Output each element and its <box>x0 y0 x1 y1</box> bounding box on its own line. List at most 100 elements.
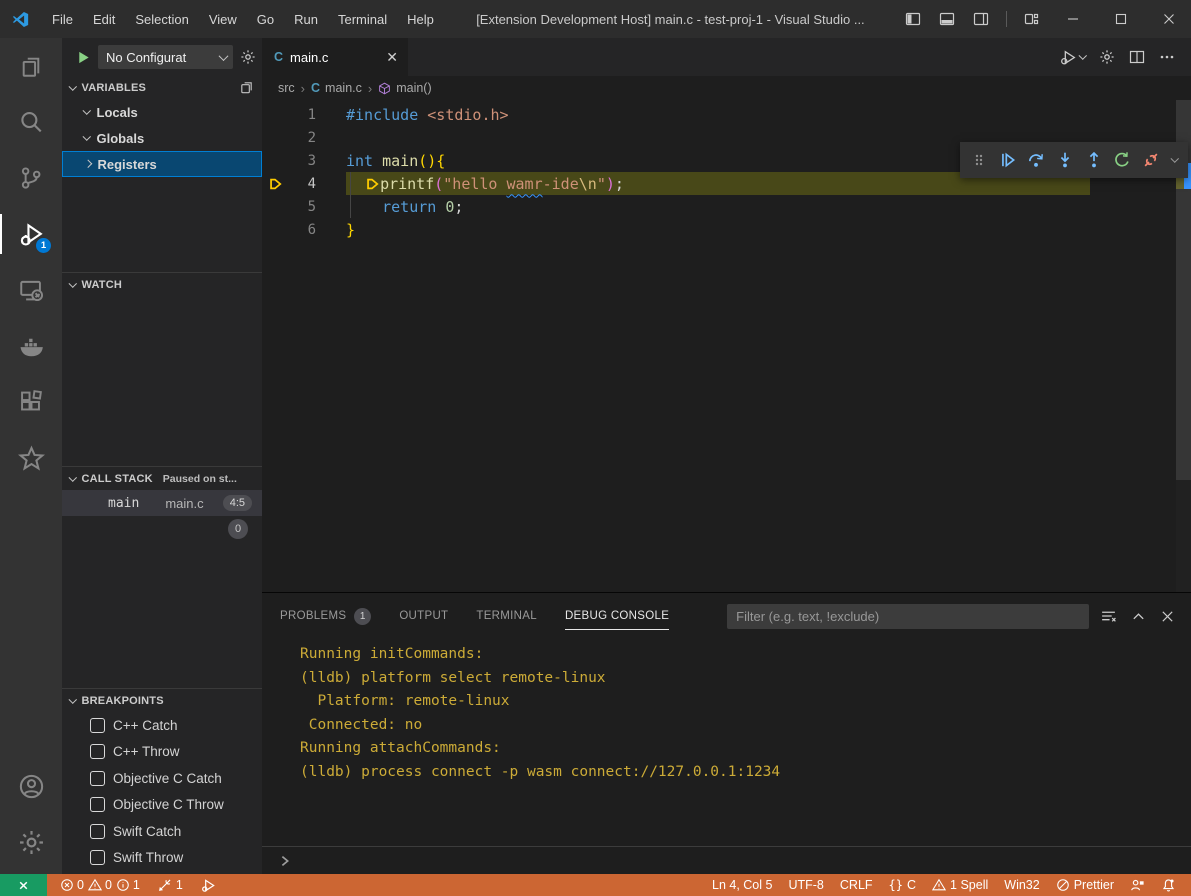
close-panel-icon[interactable] <box>1160 609 1175 624</box>
toggle-sidebar-icon[interactable] <box>898 4 928 34</box>
thread-row[interactable]: 0 <box>62 516 262 542</box>
toolbar-drag-handle[interactable] <box>968 147 991 173</box>
debug-stackframe-arrow-icon <box>268 177 282 191</box>
breakpoint-checkbox[interactable] <box>90 771 105 786</box>
tab-label: main.c <box>290 50 328 65</box>
continue-icon[interactable] <box>997 147 1020 173</box>
tab-output[interactable]: OUTPUT <box>399 604 448 628</box>
line-number: 3 <box>288 153 316 169</box>
watch-header[interactable]: WATCH <box>62 273 262 296</box>
breakpoint-swift-throw[interactable]: Swift Throw <box>62 845 262 872</box>
breakpoint-checkbox[interactable] <box>90 797 105 812</box>
notifications-status[interactable] <box>1154 874 1183 896</box>
menu-go[interactable]: Go <box>248 8 283 31</box>
variables-header[interactable]: VARIABLES <box>62 76 262 99</box>
breakpoint-checkbox[interactable] <box>90 850 105 865</box>
breakpoint-swift-catch[interactable]: Swift Catch <box>62 818 262 845</box>
stack-frame-row[interactable]: main main.c 4:5 <box>62 490 262 516</box>
menu-terminal[interactable]: Terminal <box>329 8 396 31</box>
formatter-status[interactable]: Prettier <box>1049 874 1121 896</box>
breakpoint-checkbox[interactable] <box>90 824 105 839</box>
breakpoint-label: Objective C Throw <box>113 797 224 812</box>
platform-target-status[interactable]: Win32 <box>997 874 1046 896</box>
account-icon[interactable] <box>0 758 62 814</box>
menu-view[interactable]: View <box>200 8 246 31</box>
menu-file[interactable]: File <box>43 8 82 31</box>
open-launch-json-gear-icon[interactable] <box>240 49 256 65</box>
breakpoint-cpp-throw[interactable]: C++ Throw <box>62 739 262 766</box>
tab-problems[interactable]: PROBLEMS 1 <box>280 602 371 631</box>
code-editor[interactable]: 1 #include <stdio.h> 2 3 int main(){ 4 <box>262 100 1191 592</box>
tab-terminal[interactable]: TERMINAL <box>476 604 537 628</box>
restart-icon[interactable] <box>1111 147 1134 173</box>
tools-status[interactable]: 1 <box>151 874 190 896</box>
breakpoint-checkbox[interactable] <box>90 744 105 759</box>
menu-run[interactable]: Run <box>285 8 327 31</box>
maximize-button[interactable] <box>1099 0 1143 38</box>
encoding-status[interactable]: UTF-8 <box>781 874 830 896</box>
remote-indicator[interactable] <box>0 874 47 896</box>
eol-status[interactable]: CRLF <box>833 874 880 896</box>
menu-help[interactable]: Help <box>398 8 443 31</box>
clear-console-icon[interactable] <box>1100 608 1117 625</box>
debug-toolbar-dropdown-icon[interactable] <box>1168 147 1182 173</box>
explorer-icon[interactable] <box>0 38 62 94</box>
start-debugging-icon[interactable] <box>76 50 91 65</box>
tab-debug-console[interactable]: DEBUG CONSOLE <box>565 604 669 628</box>
breakpoints-header[interactable]: BREAKPOINTS <box>62 689 262 712</box>
more-actions-icon[interactable] <box>1159 49 1175 65</box>
toggle-secondary-sidebar-icon[interactable] <box>966 4 996 34</box>
maximize-panel-icon[interactable] <box>1131 609 1146 624</box>
feedback-status[interactable] <box>1123 874 1152 896</box>
breakpoint-objc-throw[interactable]: Objective C Throw <box>62 792 262 819</box>
problems-status[interactable]: 0 0 1 <box>53 874 147 896</box>
call-stack-header[interactable]: CALL STACK Paused on st... <box>62 467 262 490</box>
wamr-debug-launch-status[interactable] <box>194 874 223 896</box>
window-title: [Extension Development Host] main.c - te… <box>443 12 898 27</box>
settings-gear-icon[interactable] <box>0 814 62 870</box>
step-out-icon[interactable] <box>1082 147 1105 173</box>
error-count: 0 <box>77 878 84 892</box>
close-window-button[interactable] <box>1147 0 1191 38</box>
breakpoint-cpp-catch[interactable]: C++ Catch <box>62 712 262 739</box>
run-or-debug-button[interactable] <box>1060 49 1086 66</box>
watch-section: WATCH <box>62 272 262 466</box>
breakpoint-checkbox[interactable] <box>90 718 105 733</box>
tab-main-c[interactable]: C main.c ✕ <box>262 38 408 76</box>
breadcrumb-src[interactable]: src <box>278 81 295 95</box>
menu-selection[interactable]: Selection <box>126 8 197 31</box>
close-tab-icon[interactable]: ✕ <box>386 49 398 66</box>
disconnect-icon[interactable] <box>1139 147 1162 173</box>
breadcrumb-file[interactable]: main.c <box>325 81 362 95</box>
variables-scope-globals[interactable]: Globals <box>62 125 262 151</box>
spell-checker-status[interactable]: 1 Spell <box>925 874 995 896</box>
docker-icon[interactable] <box>0 318 62 374</box>
language-mode-status[interactable]: {} C <box>882 874 923 896</box>
source-control-icon[interactable] <box>0 150 62 206</box>
console-filter-input[interactable] <box>727 604 1089 629</box>
step-into-icon[interactable] <box>1054 147 1077 173</box>
editor-settings-gear-icon[interactable] <box>1099 49 1115 65</box>
breakpoint-objc-catch[interactable]: Objective C Catch <box>62 765 262 792</box>
menu-edit[interactable]: Edit <box>84 8 124 31</box>
extensions-icon[interactable] <box>0 374 62 430</box>
inline-stackframe-arrow-icon <box>365 177 379 191</box>
debug-configuration-dropdown[interactable]: No Configurat <box>98 45 233 69</box>
variables-scope-locals[interactable]: Locals <box>62 99 262 125</box>
variables-scope-registers[interactable]: Registers <box>62 151 262 177</box>
copy-value-icon[interactable] <box>239 80 254 95</box>
split-editor-icon[interactable] <box>1129 49 1145 65</box>
customize-layout-icon[interactable] <box>1017 4 1047 34</box>
layout-controls <box>898 0 1191 38</box>
cursor-position-status[interactable]: Ln 4, Col 5 <box>705 874 779 896</box>
favorites-star-icon[interactable] <box>0 430 62 486</box>
remote-explorer-icon[interactable] <box>0 262 62 318</box>
run-and-debug-icon[interactable]: 1 <box>0 206 62 262</box>
debug-console-output[interactable]: Running initCommands: (lldb) platform se… <box>262 639 1191 846</box>
debug-console-input[interactable] <box>262 846 1191 874</box>
toggle-panel-icon[interactable] <box>932 4 962 34</box>
minimize-button[interactable] <box>1051 0 1095 38</box>
step-over-icon[interactable] <box>1025 147 1048 173</box>
search-icon[interactable] <box>0 94 62 150</box>
breadcrumb-symbol[interactable]: main() <box>396 81 431 95</box>
